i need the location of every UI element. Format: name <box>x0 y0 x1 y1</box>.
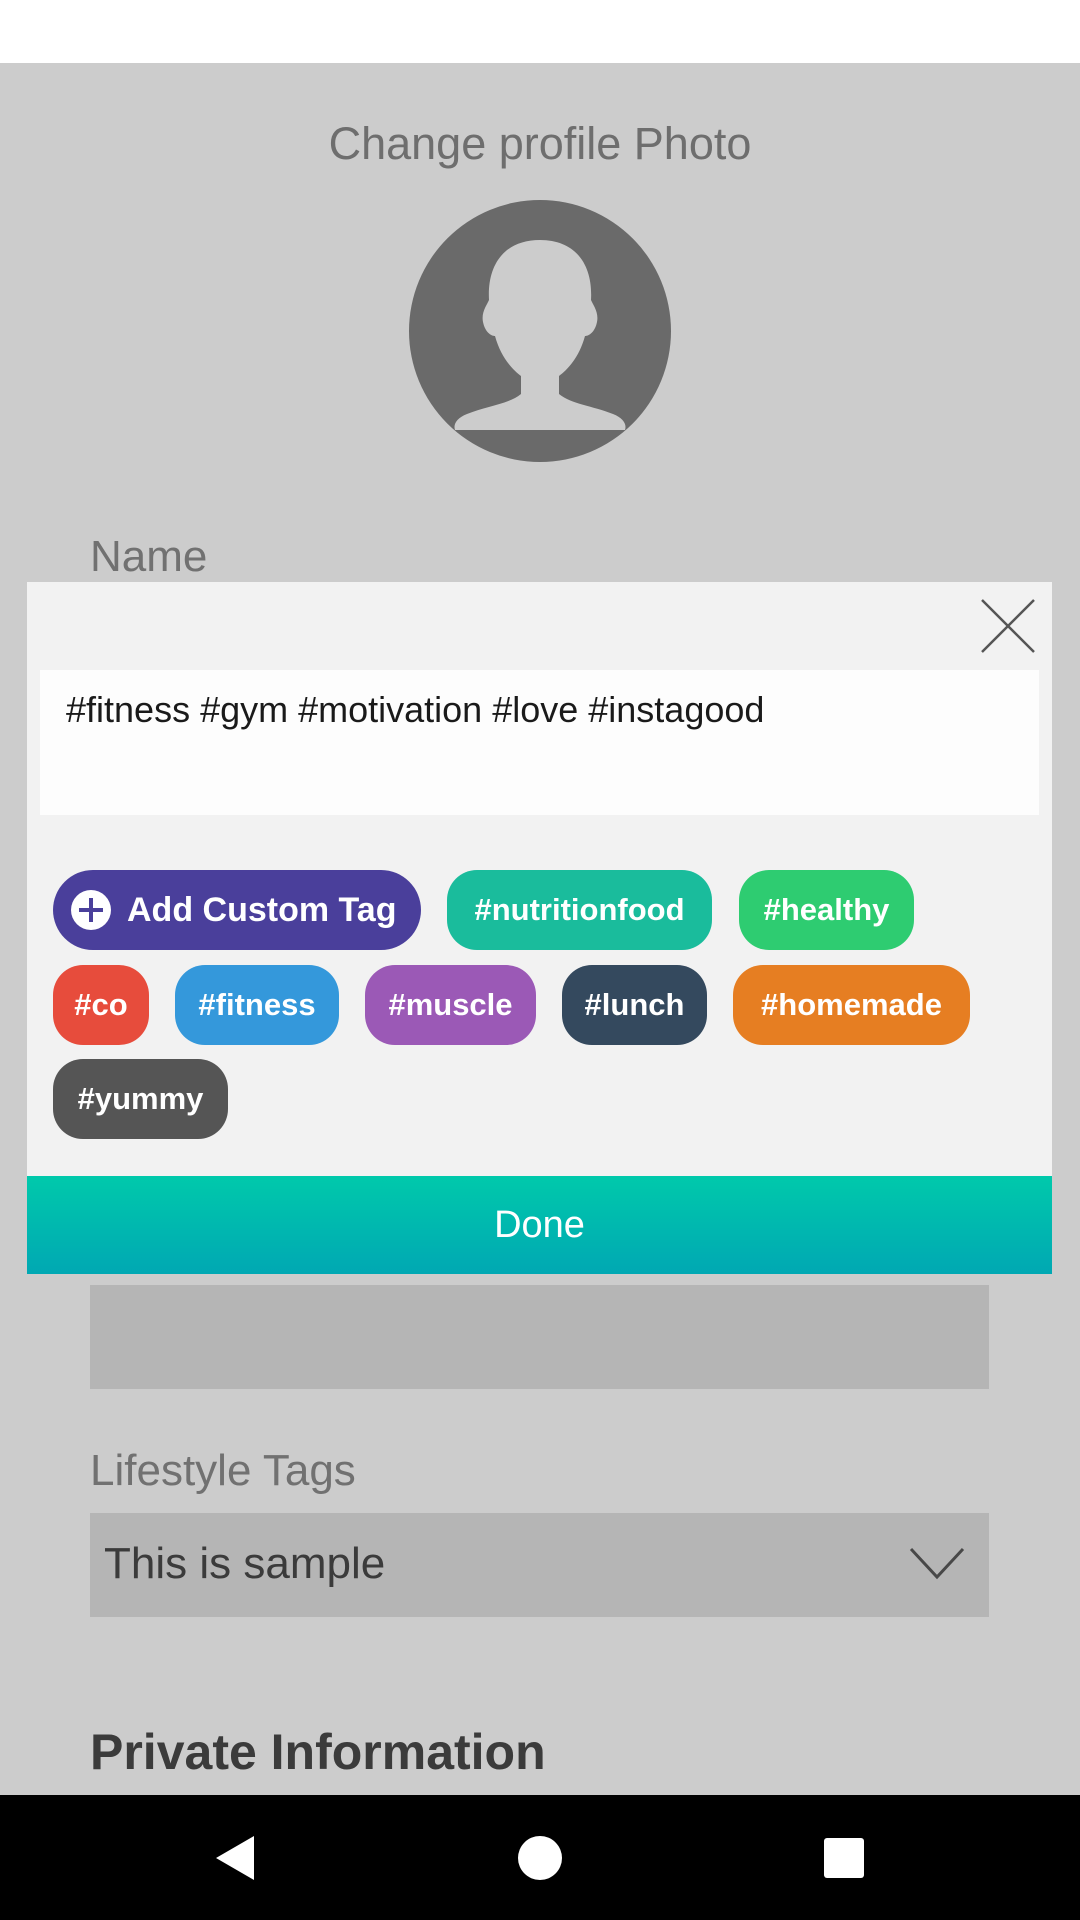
tag-chip-muscle[interactable]: #muscle <box>365 965 536 1045</box>
tag-picker-modal: #fitness #gym #motivation #love #instago… <box>27 582 1052 1274</box>
tag-chip-yummy[interactable]: #yummy <box>53 1059 228 1139</box>
done-button[interactable]: Done <box>27 1176 1052 1274</box>
plus-circle-icon <box>71 890 111 930</box>
tag-chip-healthy[interactable]: #healthy <box>739 870 914 950</box>
circle-home-icon[interactable] <box>510 1828 570 1888</box>
android-navigation-bar <box>0 1795 1080 1920</box>
square-recent-icon[interactable] <box>814 1828 874 1888</box>
add-custom-tag-label: Add Custom Tag <box>127 890 397 929</box>
status-bar <box>0 0 1080 63</box>
tag-chip-fitness[interactable]: #fitness <box>175 965 339 1045</box>
add-custom-tag-button[interactable]: Add Custom Tag <box>53 870 421 950</box>
tag-chip-lunch[interactable]: #lunch <box>562 965 707 1045</box>
close-icon[interactable] <box>976 594 1040 658</box>
tag-chip-homemade[interactable]: #homemade <box>733 965 970 1045</box>
triangle-back-icon[interactable] <box>206 1828 266 1888</box>
tag-chip-co[interactable]: #co <box>53 965 149 1045</box>
tag-chip-nutritionfood[interactable]: #nutritionfood <box>447 870 712 950</box>
tags-text-input[interactable]: #fitness #gym #motivation #love #instago… <box>40 670 1039 815</box>
